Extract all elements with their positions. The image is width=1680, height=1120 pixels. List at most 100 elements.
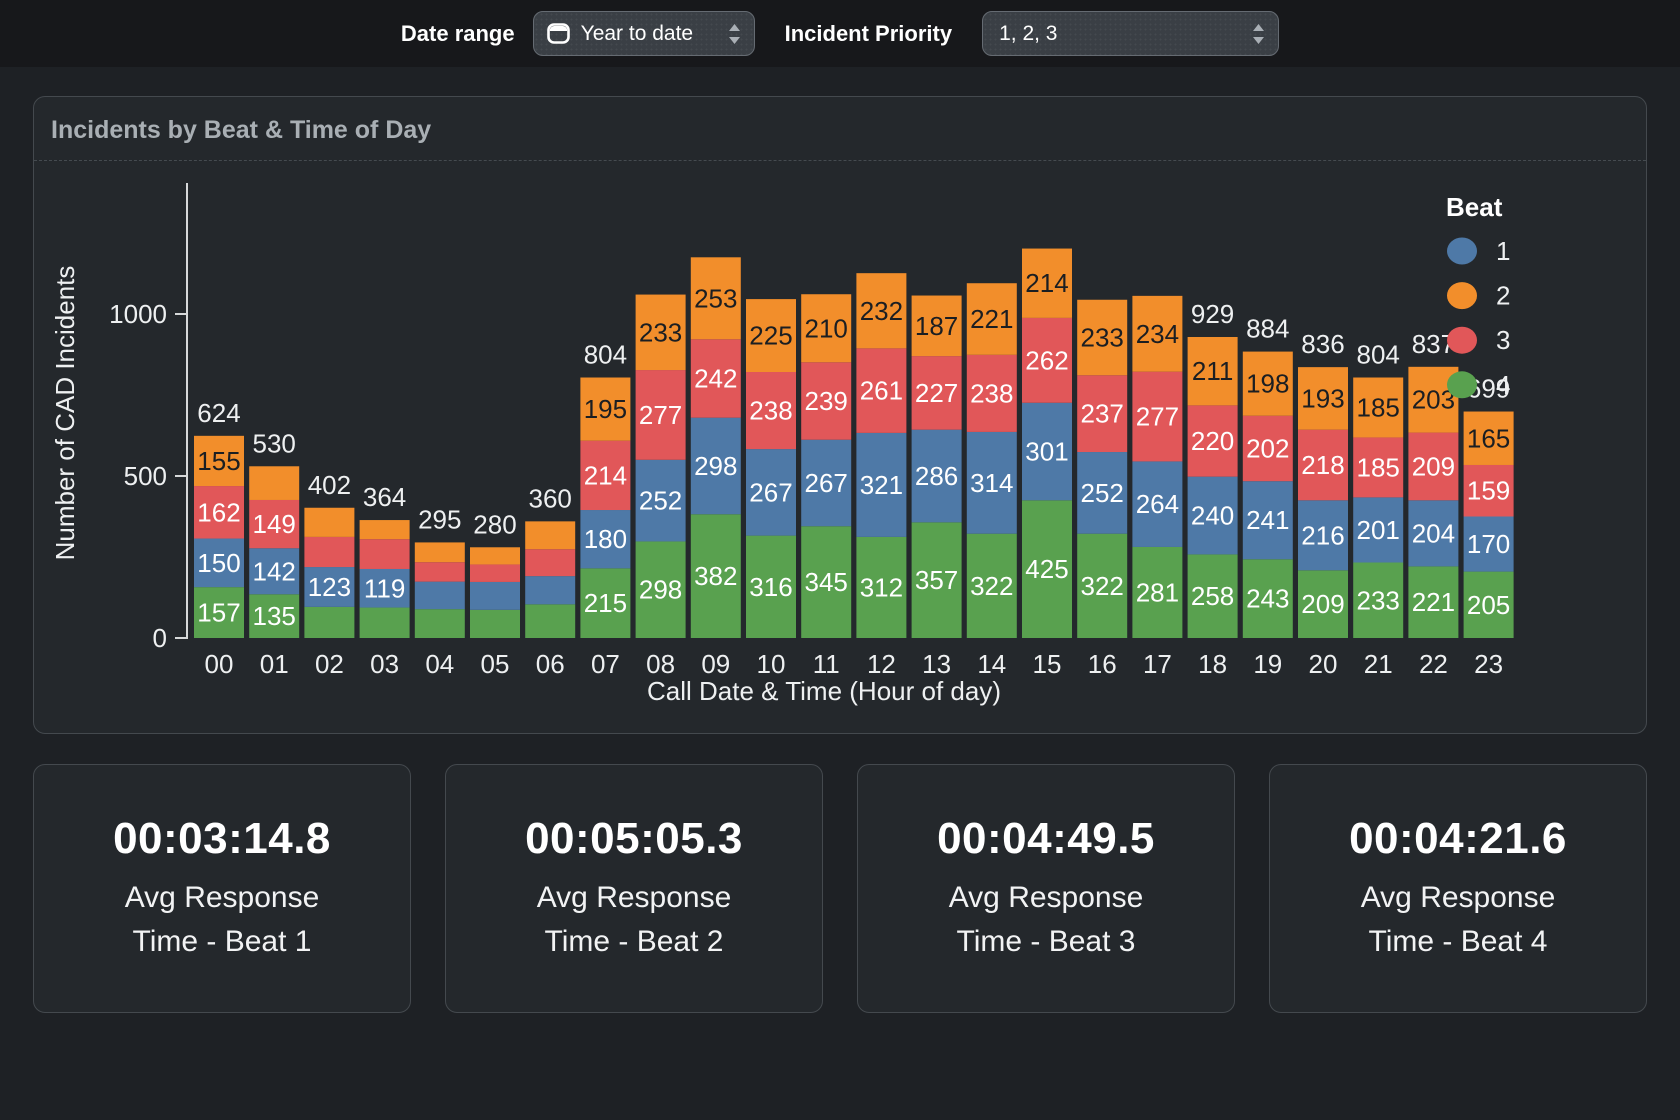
segment-label: 321 <box>860 470 903 500</box>
bar-segment-02-beat3[interactable] <box>304 537 354 567</box>
legend-label[interactable]: 1 <box>1496 236 1510 266</box>
segment-label: 204 <box>1412 518 1455 548</box>
segment-label: 209 <box>1301 589 1344 619</box>
segment-label: 345 <box>805 567 848 597</box>
segment-label: 233 <box>639 317 682 347</box>
x-tick-label: 13 <box>922 649 951 679</box>
legend-swatch-beat-1[interactable] <box>1447 238 1477 265</box>
segment-label: 135 <box>253 601 296 631</box>
stacked-bar-chart: 05001000Number of CAD Incidents157150162… <box>34 161 1645 735</box>
incident-priority-label: Incident Priority <box>785 21 952 47</box>
legend-label[interactable]: 4 <box>1496 370 1510 400</box>
segment-label: 214 <box>1025 268 1068 298</box>
incident-priority-select[interactable]: 1, 2, 3 <box>982 11 1279 56</box>
x-tick-label: 02 <box>315 649 344 679</box>
segment-label: 267 <box>805 468 848 498</box>
bar-total-label: 402 <box>308 470 351 500</box>
stat-card-beat-1: 00:03:14.8 Avg Response Time - Beat 1 <box>33 764 411 1013</box>
segment-label: 316 <box>749 572 792 602</box>
segment-label: 322 <box>970 571 1013 601</box>
bar-segment-05-beat1[interactable] <box>470 582 520 610</box>
segment-label: 225 <box>749 321 792 351</box>
segment-label: 185 <box>1357 452 1400 482</box>
incident-priority-value: 1, 2, 3 <box>999 22 1057 46</box>
segment-label: 159 <box>1467 476 1510 506</box>
bar-segment-05-beat2[interactable] <box>470 547 520 564</box>
segment-label: 238 <box>749 396 792 426</box>
segment-label: 157 <box>197 598 240 628</box>
segment-label: 220 <box>1191 426 1234 456</box>
x-tick-label: 14 <box>977 649 1006 679</box>
segment-label: 425 <box>1025 554 1068 584</box>
x-tick-label: 22 <box>1419 649 1448 679</box>
legend-swatch-beat-2[interactable] <box>1447 282 1477 309</box>
segment-label: 262 <box>1025 345 1068 375</box>
segment-label: 382 <box>694 561 737 591</box>
bar-segment-06-beat4[interactable] <box>525 604 575 638</box>
bar-total-label: 884 <box>1246 314 1289 344</box>
segment-label: 195 <box>584 394 627 424</box>
legend-label[interactable]: 2 <box>1496 281 1510 311</box>
date-range-label: Date range <box>401 21 515 47</box>
segment-label: 221 <box>970 304 1013 334</box>
segment-label: 357 <box>915 565 958 595</box>
filter-bar: Date range Year to date Incident Priorit… <box>0 0 1680 67</box>
bar-segment-03-beat3[interactable] <box>360 539 410 569</box>
segment-label: 142 <box>253 556 296 586</box>
bar-segment-01-beat2[interactable] <box>249 466 299 500</box>
bar-segment-02-beat2[interactable] <box>304 508 354 537</box>
stat-value: 00:03:14.8 <box>113 814 331 864</box>
bar-segment-05-beat3[interactable] <box>470 564 520 581</box>
bar-segment-04-beat2[interactable] <box>415 542 465 562</box>
x-tick-label: 20 <box>1309 649 1338 679</box>
legend-swatch-beat-3[interactable] <box>1447 327 1477 354</box>
x-tick-label: 21 <box>1364 649 1393 679</box>
bar-total-label: 624 <box>197 398 240 428</box>
x-tick-label: 01 <box>260 649 289 679</box>
updown-arrows-icon <box>727 21 742 47</box>
segment-label: 277 <box>639 400 682 430</box>
segment-label: 233 <box>1357 585 1400 615</box>
segment-label: 234 <box>1136 319 1179 349</box>
bar-segment-05-beat4[interactable] <box>470 610 520 638</box>
bar-segment-02-beat4[interactable] <box>304 607 354 638</box>
bar-segment-06-beat2[interactable] <box>525 521 575 549</box>
bar-segment-03-beat2[interactable] <box>360 520 410 539</box>
segment-label: 119 <box>364 573 405 603</box>
x-tick-label: 16 <box>1088 649 1117 679</box>
segment-label: 162 <box>197 497 240 527</box>
segment-label: 264 <box>1136 489 1179 519</box>
segment-label: 277 <box>1136 402 1179 432</box>
bar-segment-06-beat3[interactable] <box>525 549 575 576</box>
bar-segment-06-beat1[interactable] <box>525 576 575 604</box>
stat-card-beat-2: 00:05:05.3 Avg Response Time - Beat 2 <box>445 764 823 1013</box>
segment-label: 298 <box>639 575 682 605</box>
segment-label: 210 <box>805 313 848 343</box>
segment-label: 165 <box>1467 423 1510 453</box>
x-tick-label: 19 <box>1253 649 1282 679</box>
x-tick-label: 04 <box>425 649 454 679</box>
segment-label: 221 <box>1412 587 1455 617</box>
legend-label[interactable]: 3 <box>1496 325 1510 355</box>
bar-segment-04-beat4[interactable] <box>415 609 465 638</box>
stat-card-beat-4: 00:04:21.6 Avg Response Time - Beat 4 <box>1269 764 1647 1013</box>
stat-value: 00:04:21.6 <box>1349 814 1567 864</box>
x-axis-title: Call Date & Time (Hour of day) <box>647 676 1001 706</box>
date-range-value: Year to date <box>581 22 694 46</box>
bar-segment-03-beat4[interactable] <box>360 608 410 638</box>
bar-total-label: 360 <box>529 483 572 513</box>
y-tick-label: 0 <box>153 623 167 653</box>
segment-label: 150 <box>197 548 240 578</box>
bar-segment-04-beat1[interactable] <box>415 582 465 610</box>
segment-label: 301 <box>1025 437 1068 467</box>
stat-value: 00:05:05.3 <box>525 814 743 864</box>
segment-label: 205 <box>1467 590 1510 620</box>
segment-label: 281 <box>1136 577 1179 607</box>
legend-swatch-beat-4[interactable] <box>1447 371 1477 398</box>
segment-label: 214 <box>584 460 627 490</box>
bar-segment-04-beat3[interactable] <box>415 562 465 581</box>
segment-label: 218 <box>1301 450 1344 480</box>
segment-label: 242 <box>694 363 737 393</box>
date-range-select[interactable]: Year to date <box>533 11 755 56</box>
stat-cards-row: 00:03:14.8 Avg Response Time - Beat 1 00… <box>33 764 1647 1013</box>
